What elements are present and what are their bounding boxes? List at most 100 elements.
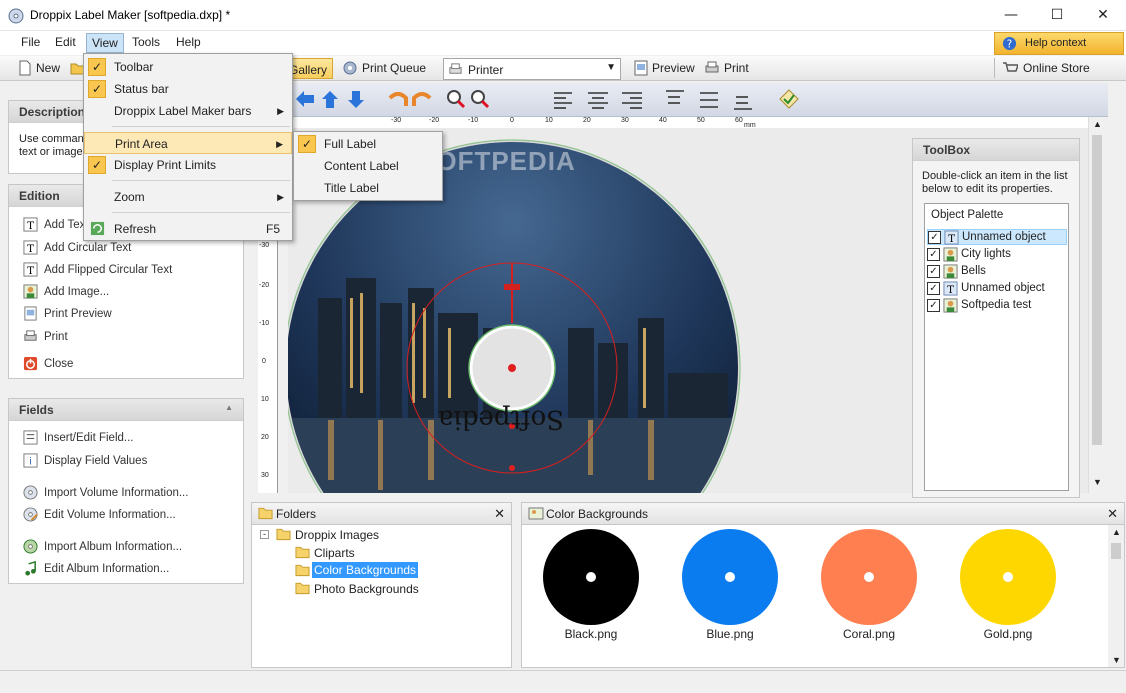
menu-item-toolbar[interactable]: ✓ Toolbar (84, 56, 292, 78)
checkbox[interactable]: ✓ (927, 247, 940, 261)
palette-item[interactable]: ✓ Softpedia test (927, 297, 1031, 313)
folder-root[interactable]: Droppix Images (295, 528, 379, 542)
menu-item-content-label[interactable]: Content Label (294, 155, 442, 177)
black-swatch[interactable] (543, 529, 639, 625)
scroll-down-icon[interactable]: ▼ (1093, 477, 1102, 487)
online-store-button[interactable]: Online Store (1023, 61, 1090, 75)
menu-item-full-label[interactable]: ✓ Full Label (294, 133, 442, 155)
print-queue-button[interactable]: Print Queue (362, 61, 426, 75)
svg-text:T: T (27, 220, 34, 232)
folder-icon (258, 507, 273, 520)
menu-item-title-label[interactable]: Title Label (294, 177, 442, 199)
close-icon[interactable]: ✕ (494, 506, 505, 522)
scroll-up-icon[interactable]: ▲ (1112, 527, 1121, 537)
checkbox[interactable]: ✓ (927, 264, 940, 278)
folder-cliparts[interactable]: Cliparts (314, 546, 355, 560)
menu-separator (112, 126, 290, 127)
folder-photo-backgrounds[interactable]: Photo Backgrounds (314, 582, 419, 596)
add-circular-text-link[interactable]: T Add Circular Text (23, 240, 131, 255)
menu-item-status-bar[interactable]: ✓ Status bar (84, 78, 292, 100)
canvas-scrollbar[interactable]: ▲ ▼ (1088, 117, 1105, 493)
palette-item[interactable]: ✓ City lights (927, 246, 1011, 262)
scroll-thumb[interactable] (1111, 543, 1121, 559)
toolbar-separator (994, 58, 995, 78)
align-icons[interactable] (546, 89, 776, 111)
checkbox[interactable]: ✓ (927, 298, 940, 312)
menu-edit[interactable]: Edit (55, 35, 76, 49)
checkbox[interactable]: ✓ (928, 230, 941, 244)
print-button[interactable]: Print (724, 61, 749, 75)
ruler-h-tick: 0 (510, 117, 514, 124)
image-icon (943, 297, 958, 313)
maximize-button[interactable]: ☐ (1034, 0, 1080, 31)
validate-icon[interactable] (778, 88, 800, 110)
menu-tools[interactable]: Tools (132, 35, 160, 49)
menu-item-bars[interactable]: Droppix Label Maker bars ▶ (84, 100, 292, 122)
menu-item-refresh-label: Refresh (114, 222, 157, 236)
blue-swatch[interactable] (682, 529, 778, 625)
coral-swatch[interactable] (821, 529, 917, 625)
menu-item-print-area[interactable]: Print Area ▶ (84, 132, 292, 154)
menu-separator (112, 212, 290, 213)
scroll-down-icon[interactable]: ▼ (1112, 655, 1121, 665)
submenu-arrow-icon: ▶ (276, 139, 283, 149)
print-link[interactable]: Print (23, 329, 68, 344)
insert-edit-field-link[interactable]: Insert/Edit Field... (23, 430, 133, 445)
display-field-values-link[interactable]: i Display Field Values (23, 453, 147, 468)
folders-title: Folders (276, 507, 317, 521)
menu-help[interactable]: Help (176, 35, 201, 49)
scroll-thumb[interactable] (1092, 135, 1102, 445)
menu-view[interactable]: View (86, 33, 124, 53)
gallery-scrollbar[interactable]: ▲ ▼ (1108, 525, 1124, 667)
folder-color-backgrounds[interactable]: Color Backgrounds (312, 562, 419, 578)
scroll-up-icon[interactable]: ▲ (1093, 119, 1102, 129)
folder-icon (295, 582, 310, 595)
svg-text:T: T (27, 243, 34, 255)
help-context-button[interactable]: ? Help context (994, 32, 1124, 55)
add-flipped-circular-text-link[interactable]: T Add Flipped Circular Text (23, 262, 172, 277)
collapse-icon[interactable]: ▲ (225, 403, 233, 412)
check-icon: ✓ (88, 156, 106, 174)
checkbox[interactable]: ✓ (927, 281, 940, 295)
submenu-arrow-icon: ▶ (277, 192, 284, 202)
arrange-arrows-icon[interactable] (294, 88, 374, 110)
menu-item-zoom[interactable]: Zoom ▶ (84, 186, 292, 208)
add-text-link[interactable]: T Add Text (23, 217, 89, 232)
folders-header: Folders ✕ (252, 503, 511, 525)
status-bar (0, 670, 1126, 693)
palette-item[interactable]: ✓ T Unnamed object (927, 229, 1067, 245)
import-volume-link[interactable]: Import Volume Information... (23, 485, 188, 500)
tree-collapse-icon[interactable]: - (260, 530, 269, 539)
edit-album-link[interactable]: Edit Album Information... (23, 561, 169, 576)
gear-icon (343, 61, 357, 75)
new-button[interactable]: New (36, 61, 60, 75)
print-preview-link[interactable]: Print Preview (23, 306, 112, 321)
printer-select-value: Printer (468, 63, 504, 77)
preview-button[interactable]: Preview (652, 61, 695, 75)
chevron-down-icon: ▼ (606, 62, 616, 73)
insert-edit-field-label: Insert/Edit Field... (44, 431, 134, 444)
title-bar: Droppix Label Maker [softpedia.dxp] * — … (0, 0, 1126, 31)
close-link[interactable]: Close (23, 356, 73, 371)
swatch-hole (864, 572, 874, 582)
view-menu-dropdown: ✓ Toolbar ✓ Status bar Droppix Label Maker… (83, 53, 293, 241)
palette-item[interactable]: ✓ Bells (927, 263, 986, 279)
menu-item-display-print-limits-label: Display Print Limits (114, 158, 217, 172)
palette-item[interactable]: ✓ T Unnamed object (927, 280, 1045, 296)
zoom-icons[interactable] (446, 88, 498, 110)
menu-file[interactable]: File (21, 35, 40, 49)
edit-volume-link[interactable]: Edit Volume Information... (23, 507, 176, 522)
close-icon[interactable]: ✕ (1107, 506, 1118, 522)
undo-redo-icon[interactable] (386, 88, 436, 110)
add-image-link[interactable]: Add Image... (23, 284, 109, 299)
menu-item-display-print-limits[interactable]: ✓ Display Print Limits (84, 154, 292, 176)
help-context-label: Help context (1025, 37, 1087, 49)
printer-select[interactable]: Printer ▼ (443, 58, 621, 80)
menu-item-refresh[interactable]: Refresh F5 (84, 218, 292, 240)
black-swatch-label: Black.png (564, 627, 618, 641)
gold-swatch[interactable] (960, 529, 1056, 625)
curved-text-object[interactable]: Softpedia (438, 404, 564, 434)
import-album-link[interactable]: Import Album Information... (23, 539, 182, 554)
minimize-button[interactable]: — (988, 0, 1034, 31)
close-window-button[interactable]: ✕ (1080, 0, 1126, 31)
